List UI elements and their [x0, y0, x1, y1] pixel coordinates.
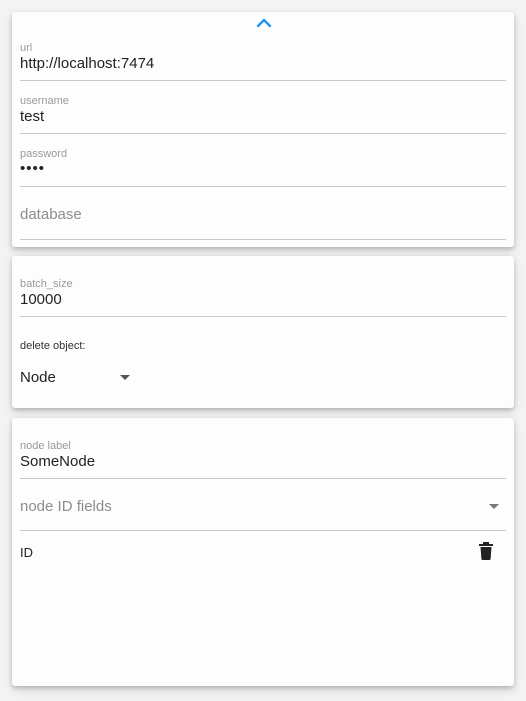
password-label: password: [20, 148, 68, 160]
node-id-fields-placeholder: node ID fields: [20, 498, 112, 515]
caret-down-icon: [120, 375, 130, 380]
options-card: batch_size 10000 delete object: Node: [12, 256, 514, 408]
chevron-up-icon[interactable]: [256, 16, 272, 30]
batch-size-field[interactable]: batch_size 10000: [20, 278, 506, 317]
username-field[interactable]: username test: [20, 95, 506, 134]
database-field[interactable]: database: [20, 200, 506, 240]
caret-down-icon: [489, 504, 499, 509]
url-input[interactable]: http://localhost:7474: [20, 55, 154, 72]
password-field[interactable]: password ••••: [20, 148, 506, 187]
node-label-input[interactable]: SomeNode: [20, 453, 95, 470]
connection-card: url http://localhost:7474 username test …: [12, 12, 514, 247]
id-field-label: ID: [20, 545, 33, 560]
list-item: ID: [20, 538, 506, 564]
node-label-label: node label: [20, 440, 71, 452]
trash-icon[interactable]: [478, 542, 494, 560]
node-label-field[interactable]: node label SomeNode: [20, 440, 506, 479]
url-field[interactable]: url http://localhost:7474: [20, 42, 506, 81]
password-input[interactable]: ••••: [20, 160, 45, 177]
node-id-fields-select[interactable]: node ID fields: [20, 490, 506, 531]
node-card: node label SomeNode node ID fields ID: [12, 418, 514, 686]
username-input[interactable]: test: [20, 108, 44, 125]
batch-size-input[interactable]: 10000: [20, 291, 62, 308]
username-label: username: [20, 95, 69, 107]
delete-object-select[interactable]: Node: [20, 366, 132, 388]
delete-object-value: Node: [20, 369, 56, 386]
url-label: url: [20, 42, 33, 54]
delete-object-label: delete object:: [20, 340, 86, 352]
batch-size-label: batch_size: [20, 278, 73, 290]
database-input[interactable]: database: [20, 206, 82, 223]
